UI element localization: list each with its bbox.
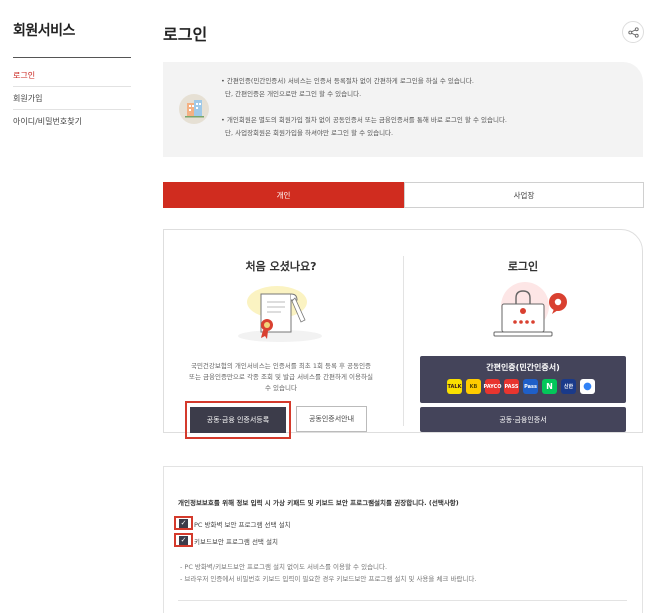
building-icon — [179, 94, 209, 124]
samsung-pass-icon[interactable]: Pass — [523, 379, 538, 394]
firewall-checkbox-highlight: ✓ — [174, 516, 193, 530]
notice-line: • 간편인증(민간인증서) 서비스는 인증서 등록절차 없이 간편하게 로그인을… — [221, 77, 474, 85]
cert-register-button-highlight: 공동·금융 인증서등록 — [185, 401, 291, 439]
kb-icon[interactable]: KB — [466, 379, 481, 394]
notice-line: 단, 간편인증은 개인으로만 로그인 할 수 있습니다. — [225, 90, 362, 98]
page-title: 로그인 — [163, 25, 208, 44]
sidebar-item-signup[interactable]: 회원가입 — [13, 93, 131, 104]
security-bottom-divider — [178, 600, 627, 601]
security-note: - PC 방화벽/키보드보안 프로그램 설치 없이도 서비스를 이용할 수 있습… — [180, 563, 388, 571]
sidebar-item-find-account[interactable]: 아이디/비밀번호찾기 — [13, 116, 131, 127]
panel-divider — [403, 256, 404, 426]
notice-line: • 개인회원은 별도의 회원가입 절차 없이 공동인증서 또는 금융인증서를 통… — [221, 116, 507, 124]
sidebar-divider — [13, 57, 131, 58]
sidebar-separator — [13, 86, 131, 87]
cert-login-button[interactable]: 공동·금융인증서 — [420, 407, 626, 432]
tab-personal[interactable]: 개인 — [163, 182, 404, 208]
shinhan-icon[interactable]: 신한 — [561, 379, 576, 394]
simple-auth-button[interactable]: 간편인증(민간인증서) TALK KB PAYCO PASS Pass N 신한… — [420, 356, 626, 403]
pass-icon[interactable]: PASS — [504, 379, 519, 394]
tab-business[interactable]: 사업장 — [404, 182, 644, 208]
notice-line: 단, 사업장회원은 회원가입을 하셔야만 로그인 할 수 있습니다. — [225, 129, 394, 137]
sidebar-title: 회원서비스 — [13, 23, 75, 39]
simple-auth-title: 간편인증(민간인증서) — [486, 363, 560, 372]
first-visit-desc-line: 또는 금융인증만으로 각종 조회 및 발급 서비스를 간편하게 이용하실 — [189, 373, 373, 381]
first-visit-title: 처음 오셨나요? — [245, 260, 317, 273]
security-heading: 개인정보보호를 위해 정보 입력 시 가상 키패드 및 키보드 보안 프로그램설… — [178, 499, 459, 507]
laptop-lock-illustration-icon — [480, 278, 575, 352]
naver-icon[interactable]: N — [542, 379, 557, 394]
keyboard-checkbox-highlight: ✓ — [174, 533, 193, 547]
first-visit-desc-line: 수 있습니다 — [265, 384, 297, 392]
sidebar-item-login[interactable]: 로그인 — [13, 70, 131, 81]
cert-register-button[interactable]: 공동·금융 인증서등록 — [190, 407, 286, 433]
share-button[interactable] — [622, 21, 644, 43]
security-note: - 브라우저 인증에서 비밀번호 키보드 입력이 필요한 경우 키보드보안 프로… — [180, 575, 477, 583]
login-title: 로그인 — [507, 260, 539, 273]
first-visit-desc-line: 국민건강보험의 개인서비스는 인증서를 최초 1회 등록 후 공동인증 — [190, 362, 372, 370]
certificate-illustration-icon — [225, 278, 335, 350]
kakao-icon[interactable]: TALK — [447, 379, 462, 394]
share-icon — [627, 26, 639, 38]
toss-icon[interactable]: ● — [580, 379, 595, 394]
firewall-checkbox[interactable]: ✓ — [179, 518, 188, 528]
cert-guide-button[interactable]: 공동인증서안내 — [296, 406, 367, 432]
notice-box: • 간편인증(민간인증서) 서비스는 인증서 등록절차 없이 간편하게 로그인을… — [163, 62, 643, 157]
firewall-option-label: PC 방화벽 보안 프로그램 선택 설치 — [194, 521, 291, 529]
keyboard-security-checkbox[interactable]: ✓ — [179, 535, 188, 545]
sidebar-separator — [13, 109, 131, 110]
payco-icon[interactable]: PAYCO — [484, 379, 501, 394]
keyboard-option-label: 키보드보안 프로그램 선택 설치 — [194, 538, 278, 546]
